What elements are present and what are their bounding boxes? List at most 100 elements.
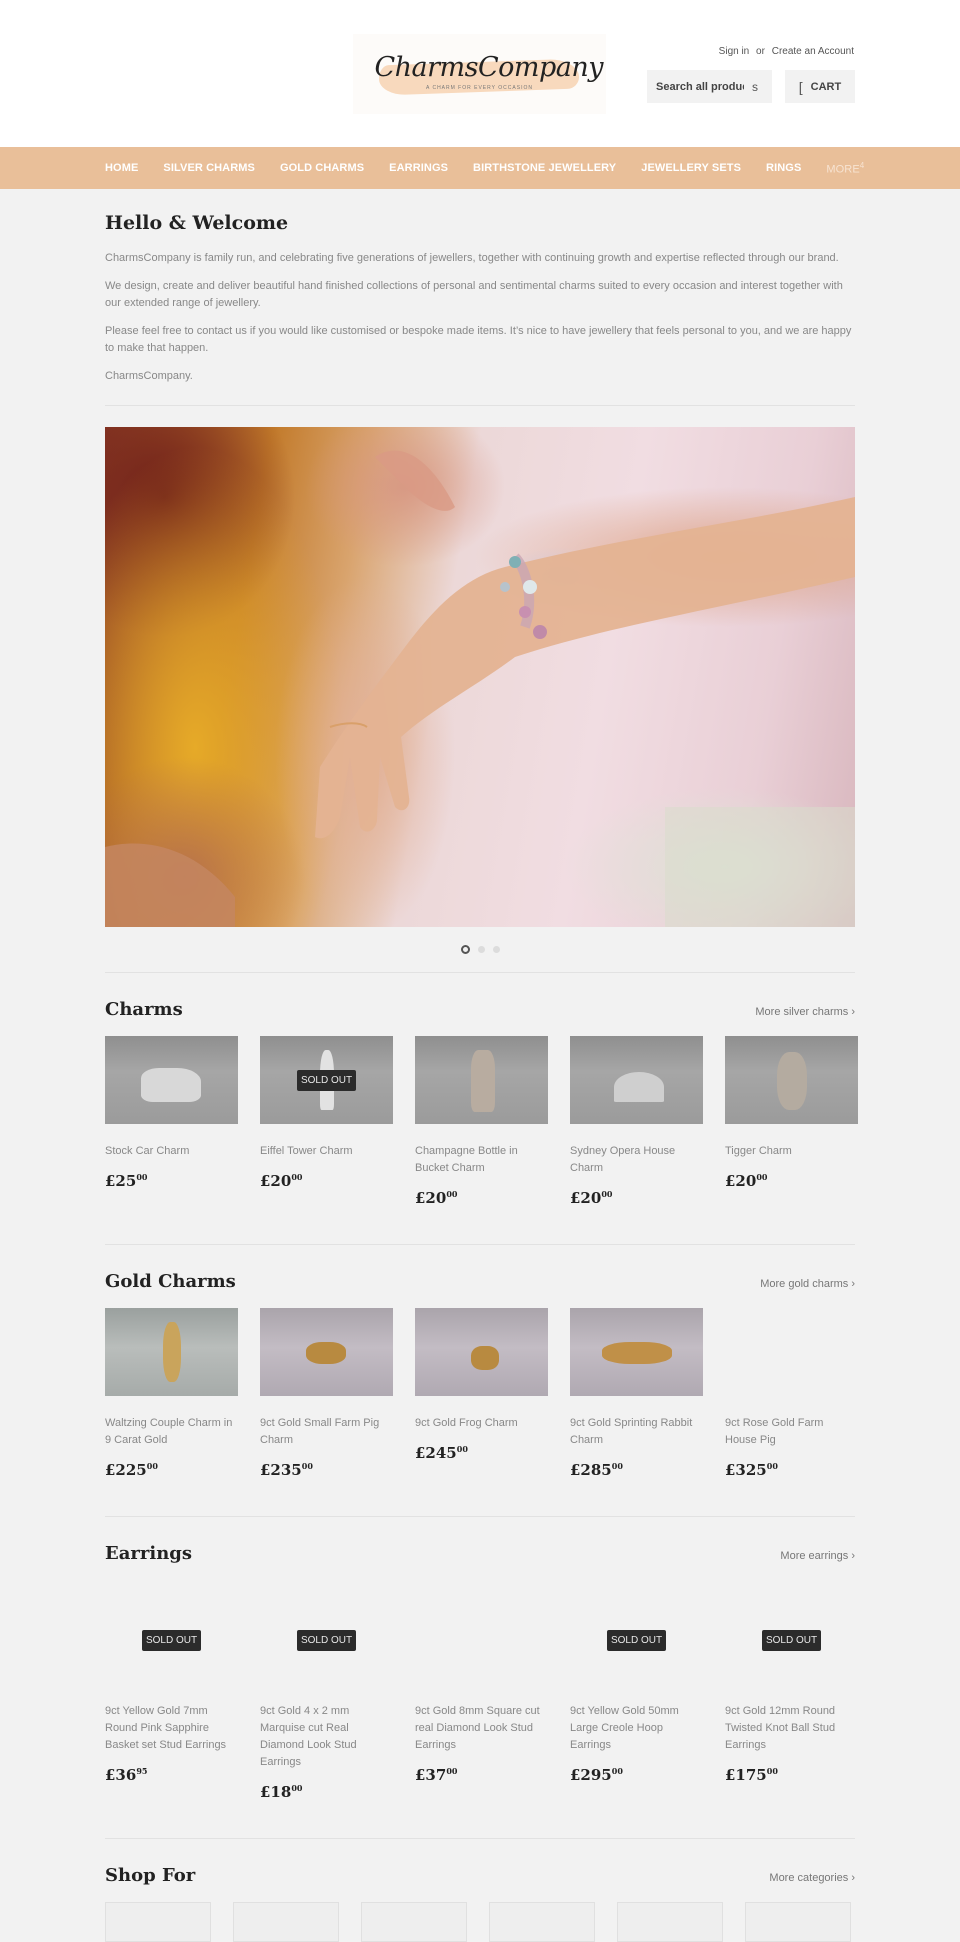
product-title[interactable]: 9ct Yellow Gold 7mm Round Pink Sapphire … [105,1703,238,1754]
sold-out-badge: SOLD OUT [141,1629,202,1651]
product-card[interactable]: SOLD OUT Eiffel Tower Charm £2000 [260,1036,393,1207]
product-image[interactable]: SOLD OUT [105,1596,238,1684]
product-price: £29500 [570,1766,623,1784]
nav-more-label: MORE [826,163,860,176]
sold-out-badge: SOLD OUT [761,1629,822,1651]
product-price: £17500 [725,1766,778,1784]
site-header: CharmsCompany A CHARM FOR EVERY OCCASION… [0,0,960,147]
product-image[interactable] [725,1036,858,1124]
product-card[interactable]: Tigger Charm £2000 [725,1036,858,1207]
product-image[interactable]: SOLD OUT [260,1036,393,1124]
product-card[interactable]: SOLD OUT 9ct Gold 12mm Round Twisted Kno… [725,1596,858,1801]
product-image[interactable] [570,1308,703,1396]
product-title[interactable]: 9ct Gold Frog Charm [415,1415,548,1432]
hero-slide-image[interactable] [105,427,855,927]
product-title[interactable]: 9ct Gold Small Farm Pig Charm [260,1415,393,1449]
product-title[interactable]: Eiffel Tower Charm [260,1143,393,1160]
product-image[interactable]: SOLD OUT [570,1596,703,1684]
nav-item-jewellery-sets[interactable]: JEWELLERY SETS [641,162,741,174]
product-image[interactable] [105,1308,238,1396]
product-image[interactable] [725,1308,858,1396]
main-nav: HOME SILVER CHARMS GOLD CHARMS EARRINGS … [0,147,960,189]
logo-mark: CharmsCompany A CHARM FOR EVERY OCCASION [375,52,604,96]
product-price: £2000 [260,1172,303,1190]
slide-dot-2[interactable] [477,946,485,953]
search-form: s [647,70,772,103]
product-title[interactable]: Tigger Charm [725,1143,858,1160]
product-title[interactable]: Champagne Bottle in Bucket Charm [415,1143,548,1177]
nav-item-home[interactable]: HOME [105,162,138,174]
welcome-signature: CharmsCompany. [105,370,193,382]
product-card[interactable]: SOLD OUT 9ct Yellow Gold 50mm Large Creo… [570,1596,703,1801]
nav-item-birthstone-jewellery[interactable]: BIRTHSTONE JEWELLERY [473,162,616,174]
product-card[interactable]: Stock Car Charm £2500 [105,1036,238,1207]
product-title[interactable]: 9ct Rose Gold Farm House Pig [725,1415,858,1449]
nav-item-more[interactable]: MORE4 [826,161,864,176]
category-tile[interactable] [617,1902,723,1942]
product-card[interactable]: Champagne Bottle in Bucket Charm £2000 [415,1036,548,1207]
product-title[interactable]: Stock Car Charm [105,1143,238,1160]
slide-dot-3[interactable] [492,946,500,953]
more-gold-charms-link[interactable]: More gold charms › [760,1278,855,1290]
product-title[interactable]: Sydney Opera House Charm [570,1143,703,1177]
product-image[interactable] [260,1308,393,1396]
nav-item-gold-charms[interactable]: GOLD CHARMS [280,162,364,174]
cart-button[interactable]: [ CART [785,70,855,103]
nav-item-earrings[interactable]: EARRINGS [389,162,448,174]
product-card[interactable]: 9ct Gold Frog Charm £24500 [415,1308,548,1479]
product-title[interactable]: Waltzing Couple Charm in 9 Carat Gold [105,1415,238,1449]
divider [105,405,855,406]
welcome-title: Hello & Welcome [105,212,289,234]
category-tile[interactable] [745,1902,851,1942]
product-image[interactable] [415,1308,548,1396]
slideshow-pagination [105,927,855,972]
product-image[interactable] [415,1036,548,1124]
nav-item-rings[interactable]: RINGS [766,162,801,174]
more-silver-charms-link[interactable]: More silver charms › [755,1006,855,1018]
search-button[interactable]: s [752,80,758,94]
product-card[interactable]: 9ct Gold Sprinting Rabbit Charm £28500 [570,1308,703,1479]
product-card[interactable]: Sydney Opera House Charm £2000 [570,1036,703,1207]
product-image[interactable]: SOLD OUT [725,1596,858,1684]
category-tile[interactable] [489,1902,595,1942]
product-image[interactable] [415,1596,548,1684]
product-card[interactable]: SOLD OUT 9ct Yellow Gold 7mm Round Pink … [105,1596,238,1801]
product-card[interactable]: Waltzing Couple Charm in 9 Carat Gold £2… [105,1308,238,1479]
section-header: Earrings More earrings › [105,1543,855,1564]
product-card[interactable]: SOLD OUT 9ct Gold 4 x 2 mm Marquise cut … [260,1596,393,1801]
category-tile[interactable] [361,1902,467,1942]
product-title[interactable]: 9ct Gold 4 x 2 mm Marquise cut Real Diam… [260,1703,393,1771]
product-title[interactable]: 9ct Gold 12mm Round Twisted Knot Ball St… [725,1703,858,1754]
search-input[interactable] [656,80,744,93]
product-price: £28500 [570,1461,623,1479]
product-image[interactable]: SOLD OUT [260,1596,393,1684]
product-image[interactable] [105,1036,238,1124]
logo[interactable]: CharmsCompany A CHARM FOR EVERY OCCASION [353,34,606,114]
logo-tagline: A CHARM FOR EVERY OCCASION [426,85,533,91]
product-price: £1800 [260,1783,303,1801]
create-account-link[interactable]: Create an Account [772,46,854,57]
slide-dot-1[interactable] [460,945,470,954]
product-card[interactable]: 9ct Rose Gold Farm House Pig £32500 [725,1308,858,1479]
product-card[interactable]: 9ct Gold Small Farm Pig Charm £23500 [260,1308,393,1479]
sold-out-badge: SOLD OUT [296,1629,357,1651]
product-title[interactable]: 9ct Gold 8mm Square cut real Diamond Loo… [415,1703,548,1754]
product-title[interactable]: 9ct Yellow Gold 50mm Large Creole Hoop E… [570,1703,703,1754]
product-price: £2000 [415,1189,458,1207]
cart-label: CART [810,80,842,93]
category-tile[interactable] [105,1902,211,1942]
shop-for-section: Shop For More categories › [105,1865,855,1942]
divider [105,1244,855,1245]
nav-item-silver-charms[interactable]: SILVER CHARMS [163,162,255,174]
product-card[interactable]: 9ct Gold 8mm Square cut real Diamond Loo… [415,1596,548,1801]
product-title[interactable]: 9ct Gold Sprinting Rabbit Charm [570,1415,703,1449]
product-image[interactable] [570,1036,703,1124]
sign-in-link[interactable]: Sign in [719,46,750,57]
section-title: Charms [105,999,183,1020]
hero-illustration [105,450,855,927]
more-earrings-link[interactable]: More earrings › [780,1550,855,1562]
welcome-section: Hello & Welcome CharmsCompany is family … [105,212,855,385]
earrings-section: Earrings More earrings › SOLD OUT 9ct Ye… [105,1543,855,1839]
more-categories-link[interactable]: More categories › [769,1872,855,1884]
category-tile[interactable] [233,1902,339,1942]
